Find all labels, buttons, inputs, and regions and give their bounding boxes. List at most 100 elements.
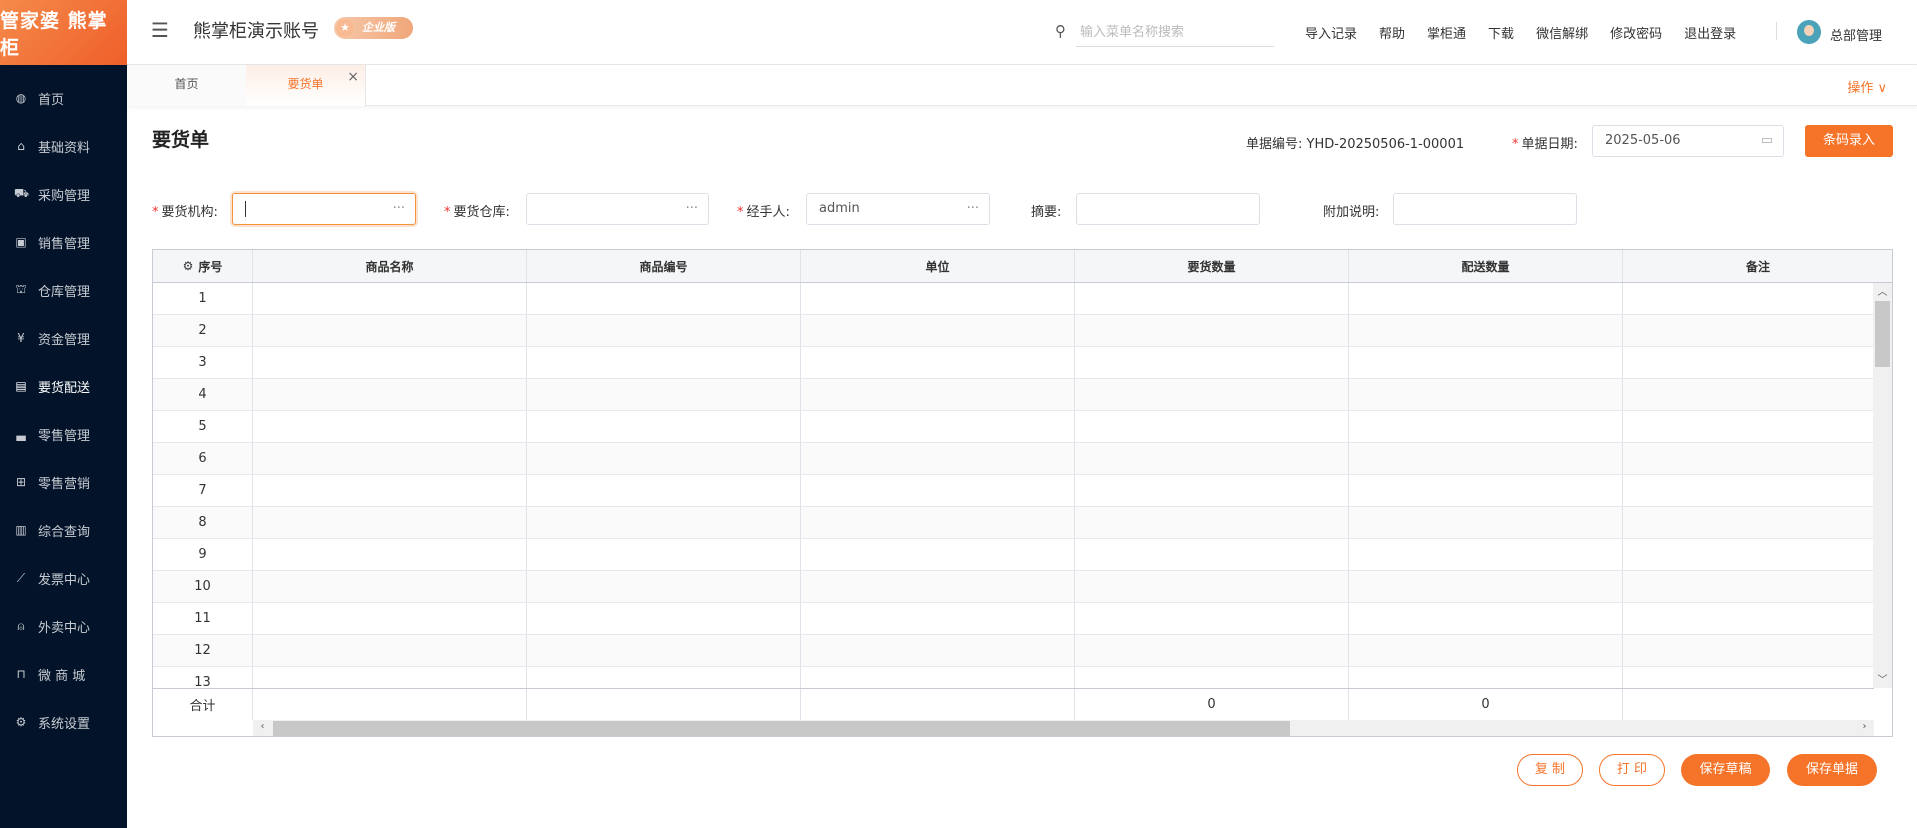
table-cell[interactable]: [1075, 283, 1349, 314]
scroll-down-icon[interactable]: ﹀: [1873, 671, 1892, 686]
sidebar-item[interactable]: ¥ 资金管理: [0, 314, 127, 362]
sidebar-item[interactable]: ⛟ 采购管理: [0, 170, 127, 218]
table-row[interactable]: 12: [153, 635, 1874, 667]
horizontal-scrollbar[interactable]: ‹ ›: [253, 720, 1874, 736]
table-row[interactable]: 8: [153, 507, 1874, 539]
change-password-link[interactable]: 修改密码: [1610, 23, 1662, 42]
zhanggui-link[interactable]: 掌柜通: [1427, 23, 1466, 42]
table-row[interactable]: 6: [153, 443, 1874, 475]
table-cell[interactable]: [1075, 315, 1349, 346]
gear-icon[interactable]: ⚙: [183, 259, 194, 273]
scroll-right-icon[interactable]: ›: [1855, 721, 1874, 732]
table-cell[interactable]: [1349, 667, 1623, 688]
table-cell[interactable]: [527, 475, 801, 506]
avatar[interactable]: [1797, 20, 1821, 44]
table-row[interactable]: 10: [153, 571, 1874, 603]
table-cell[interactable]: [253, 283, 527, 314]
table-row[interactable]: 7: [153, 475, 1874, 507]
table-cell[interactable]: [253, 507, 527, 538]
sidebar-item[interactable]: ⟋ 发票中心: [0, 554, 127, 602]
table-cell[interactable]: [801, 667, 1075, 688]
table-row[interactable]: 3: [153, 347, 1874, 379]
table-cell[interactable]: [1075, 603, 1349, 634]
close-icon[interactable]: ×: [347, 58, 359, 96]
warehouse-field[interactable]: ···: [526, 193, 709, 225]
sidebar-item[interactable]: ▃ 零售管理: [0, 410, 127, 458]
table-cell[interactable]: [527, 315, 801, 346]
table-row[interactable]: 2: [153, 315, 1874, 347]
scroll-left-icon[interactable]: ‹: [253, 721, 272, 732]
table-row[interactable]: 13: [153, 667, 1874, 688]
table-cell[interactable]: [527, 379, 801, 410]
summary-field[interactable]: [1076, 193, 1260, 225]
table-cell[interactable]: [1349, 347, 1623, 378]
sidebar-item[interactable]: ⚙ 系统设置: [0, 698, 127, 746]
import-records-link[interactable]: 导入记录: [1305, 23, 1357, 42]
handler-field[interactable]: admin ···: [806, 193, 990, 225]
tab-home[interactable]: 首页: [127, 65, 247, 106]
table-cell[interactable]: [801, 347, 1075, 378]
table-cell[interactable]: [1623, 667, 1874, 688]
org-field[interactable]: ···: [232, 193, 416, 225]
operations-dropdown[interactable]: 操作 ∨: [1847, 77, 1887, 96]
table-cell[interactable]: [1623, 347, 1874, 378]
table-cell[interactable]: [1623, 475, 1874, 506]
table-cell[interactable]: [253, 539, 527, 570]
table-cell[interactable]: [1075, 507, 1349, 538]
table-row[interactable]: 1: [153, 283, 1874, 315]
sidebar-item[interactable]: ⛫ 仓库管理: [0, 266, 127, 314]
table-cell[interactable]: [527, 667, 801, 688]
sidebar-item[interactable]: ⊞ 零售营销: [0, 458, 127, 506]
table-cell[interactable]: [801, 635, 1075, 666]
user-name[interactable]: 总部管理: [1830, 25, 1882, 44]
table-cell[interactable]: [527, 603, 801, 634]
table-row[interactable]: 5: [153, 411, 1874, 443]
table-cell[interactable]: [527, 571, 801, 602]
logout-link[interactable]: 退出登录: [1684, 23, 1736, 42]
table-cell[interactable]: [1349, 507, 1623, 538]
table-cell[interactable]: [801, 411, 1075, 442]
barcode-entry-button[interactable]: 条码录入: [1805, 125, 1893, 157]
table-cell[interactable]: [253, 603, 527, 634]
sidebar-item[interactable]: ▥ 综合查询: [0, 506, 127, 554]
table-cell[interactable]: [1623, 571, 1874, 602]
table-cell[interactable]: [1623, 315, 1874, 346]
table-row[interactable]: 11: [153, 603, 1874, 635]
sidebar-item[interactable]: ▤ 要货配送: [0, 362, 127, 410]
table-cell[interactable]: [801, 539, 1075, 570]
tab-requisition[interactable]: 要货单 ×: [246, 65, 366, 106]
sidebar-item[interactable]: ⊓ 微 商 城: [0, 650, 127, 698]
table-cell[interactable]: [1349, 283, 1623, 314]
table-cell[interactable]: [1623, 379, 1874, 410]
table-cell[interactable]: [801, 571, 1075, 602]
save-button[interactable]: 保存单据: [1787, 754, 1877, 786]
table-cell[interactable]: [1349, 379, 1623, 410]
table-cell[interactable]: [801, 315, 1075, 346]
scroll-up-icon[interactable]: ︿: [1873, 283, 1892, 298]
save-draft-button[interactable]: 保存草稿: [1681, 754, 1770, 786]
vertical-scrollbar[interactable]: ︿ ﹀: [1873, 283, 1892, 688]
table-cell[interactable]: [801, 443, 1075, 474]
table-cell[interactable]: [253, 411, 527, 442]
more-icon[interactable]: ···: [393, 194, 405, 224]
sidebar-item[interactable]: ▣ 销售管理: [0, 218, 127, 266]
note-field[interactable]: [1393, 193, 1577, 225]
table-cell[interactable]: [1623, 443, 1874, 474]
table-cell[interactable]: [1075, 443, 1349, 474]
sidebar-item[interactable]: ◍ 首页: [0, 74, 127, 122]
table-cell[interactable]: [253, 347, 527, 378]
table-cell[interactable]: [1349, 571, 1623, 602]
table-cell[interactable]: [801, 507, 1075, 538]
more-icon[interactable]: ···: [967, 194, 979, 224]
search-icon[interactable]: ⚲: [1055, 22, 1066, 40]
table-cell[interactable]: [1349, 411, 1623, 442]
more-icon[interactable]: ···: [686, 194, 698, 224]
table-cell[interactable]: [1075, 539, 1349, 570]
table-cell[interactable]: [253, 443, 527, 474]
table-cell[interactable]: [527, 635, 801, 666]
table-cell[interactable]: [1349, 315, 1623, 346]
menu-search-input[interactable]: [1076, 19, 1274, 47]
table-cell[interactable]: [253, 379, 527, 410]
table-cell[interactable]: [1075, 411, 1349, 442]
table-cell[interactable]: [1623, 603, 1874, 634]
